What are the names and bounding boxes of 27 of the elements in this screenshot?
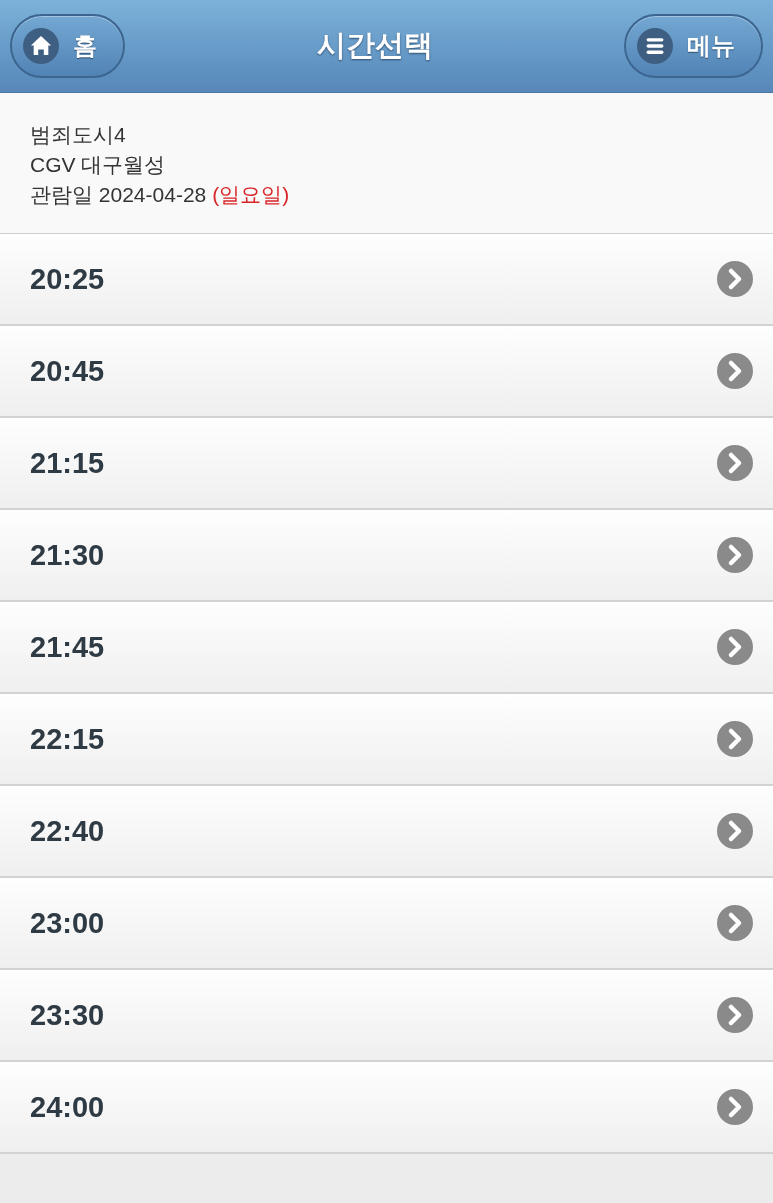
chevron-right-icon (717, 353, 753, 389)
chevron-right-icon (717, 905, 753, 941)
chevron-right-icon (717, 629, 753, 665)
menu-icon (637, 28, 673, 64)
weekday-label: (일요일) (212, 182, 290, 208)
viewing-date: 관람일 2024-04-28 (30, 182, 207, 208)
showtime-item[interactable]: 20:45 (0, 326, 773, 418)
chevron-right-icon (717, 1089, 753, 1125)
chevron-right-icon (717, 537, 753, 573)
showtime-item[interactable]: 20:25 (0, 234, 773, 326)
showtime-item[interactable]: 22:15 (0, 694, 773, 786)
chevron-right-icon (717, 445, 753, 481)
showtime-item[interactable]: 23:30 (0, 970, 773, 1062)
theater-name: CGV 대구월성 (30, 152, 167, 178)
showtime-item[interactable]: 24:00 (0, 1062, 773, 1154)
showtime-item[interactable]: 21:15 (0, 418, 773, 510)
showtime-item[interactable]: 21:45 (0, 602, 773, 694)
chevron-right-icon (717, 721, 753, 757)
home-icon (23, 28, 59, 64)
showtime-item[interactable]: 22:40 (0, 786, 773, 878)
chevron-right-icon (717, 813, 753, 849)
showtime-item[interactable]: 23:00 (0, 878, 773, 970)
movie-title: 범죄도시4 (30, 122, 127, 148)
chevron-right-icon (717, 261, 753, 297)
chevron-right-icon (717, 997, 753, 1033)
page-title: 시간선택 (316, 28, 433, 63)
showtime-item[interactable]: 21:30 (0, 510, 773, 602)
